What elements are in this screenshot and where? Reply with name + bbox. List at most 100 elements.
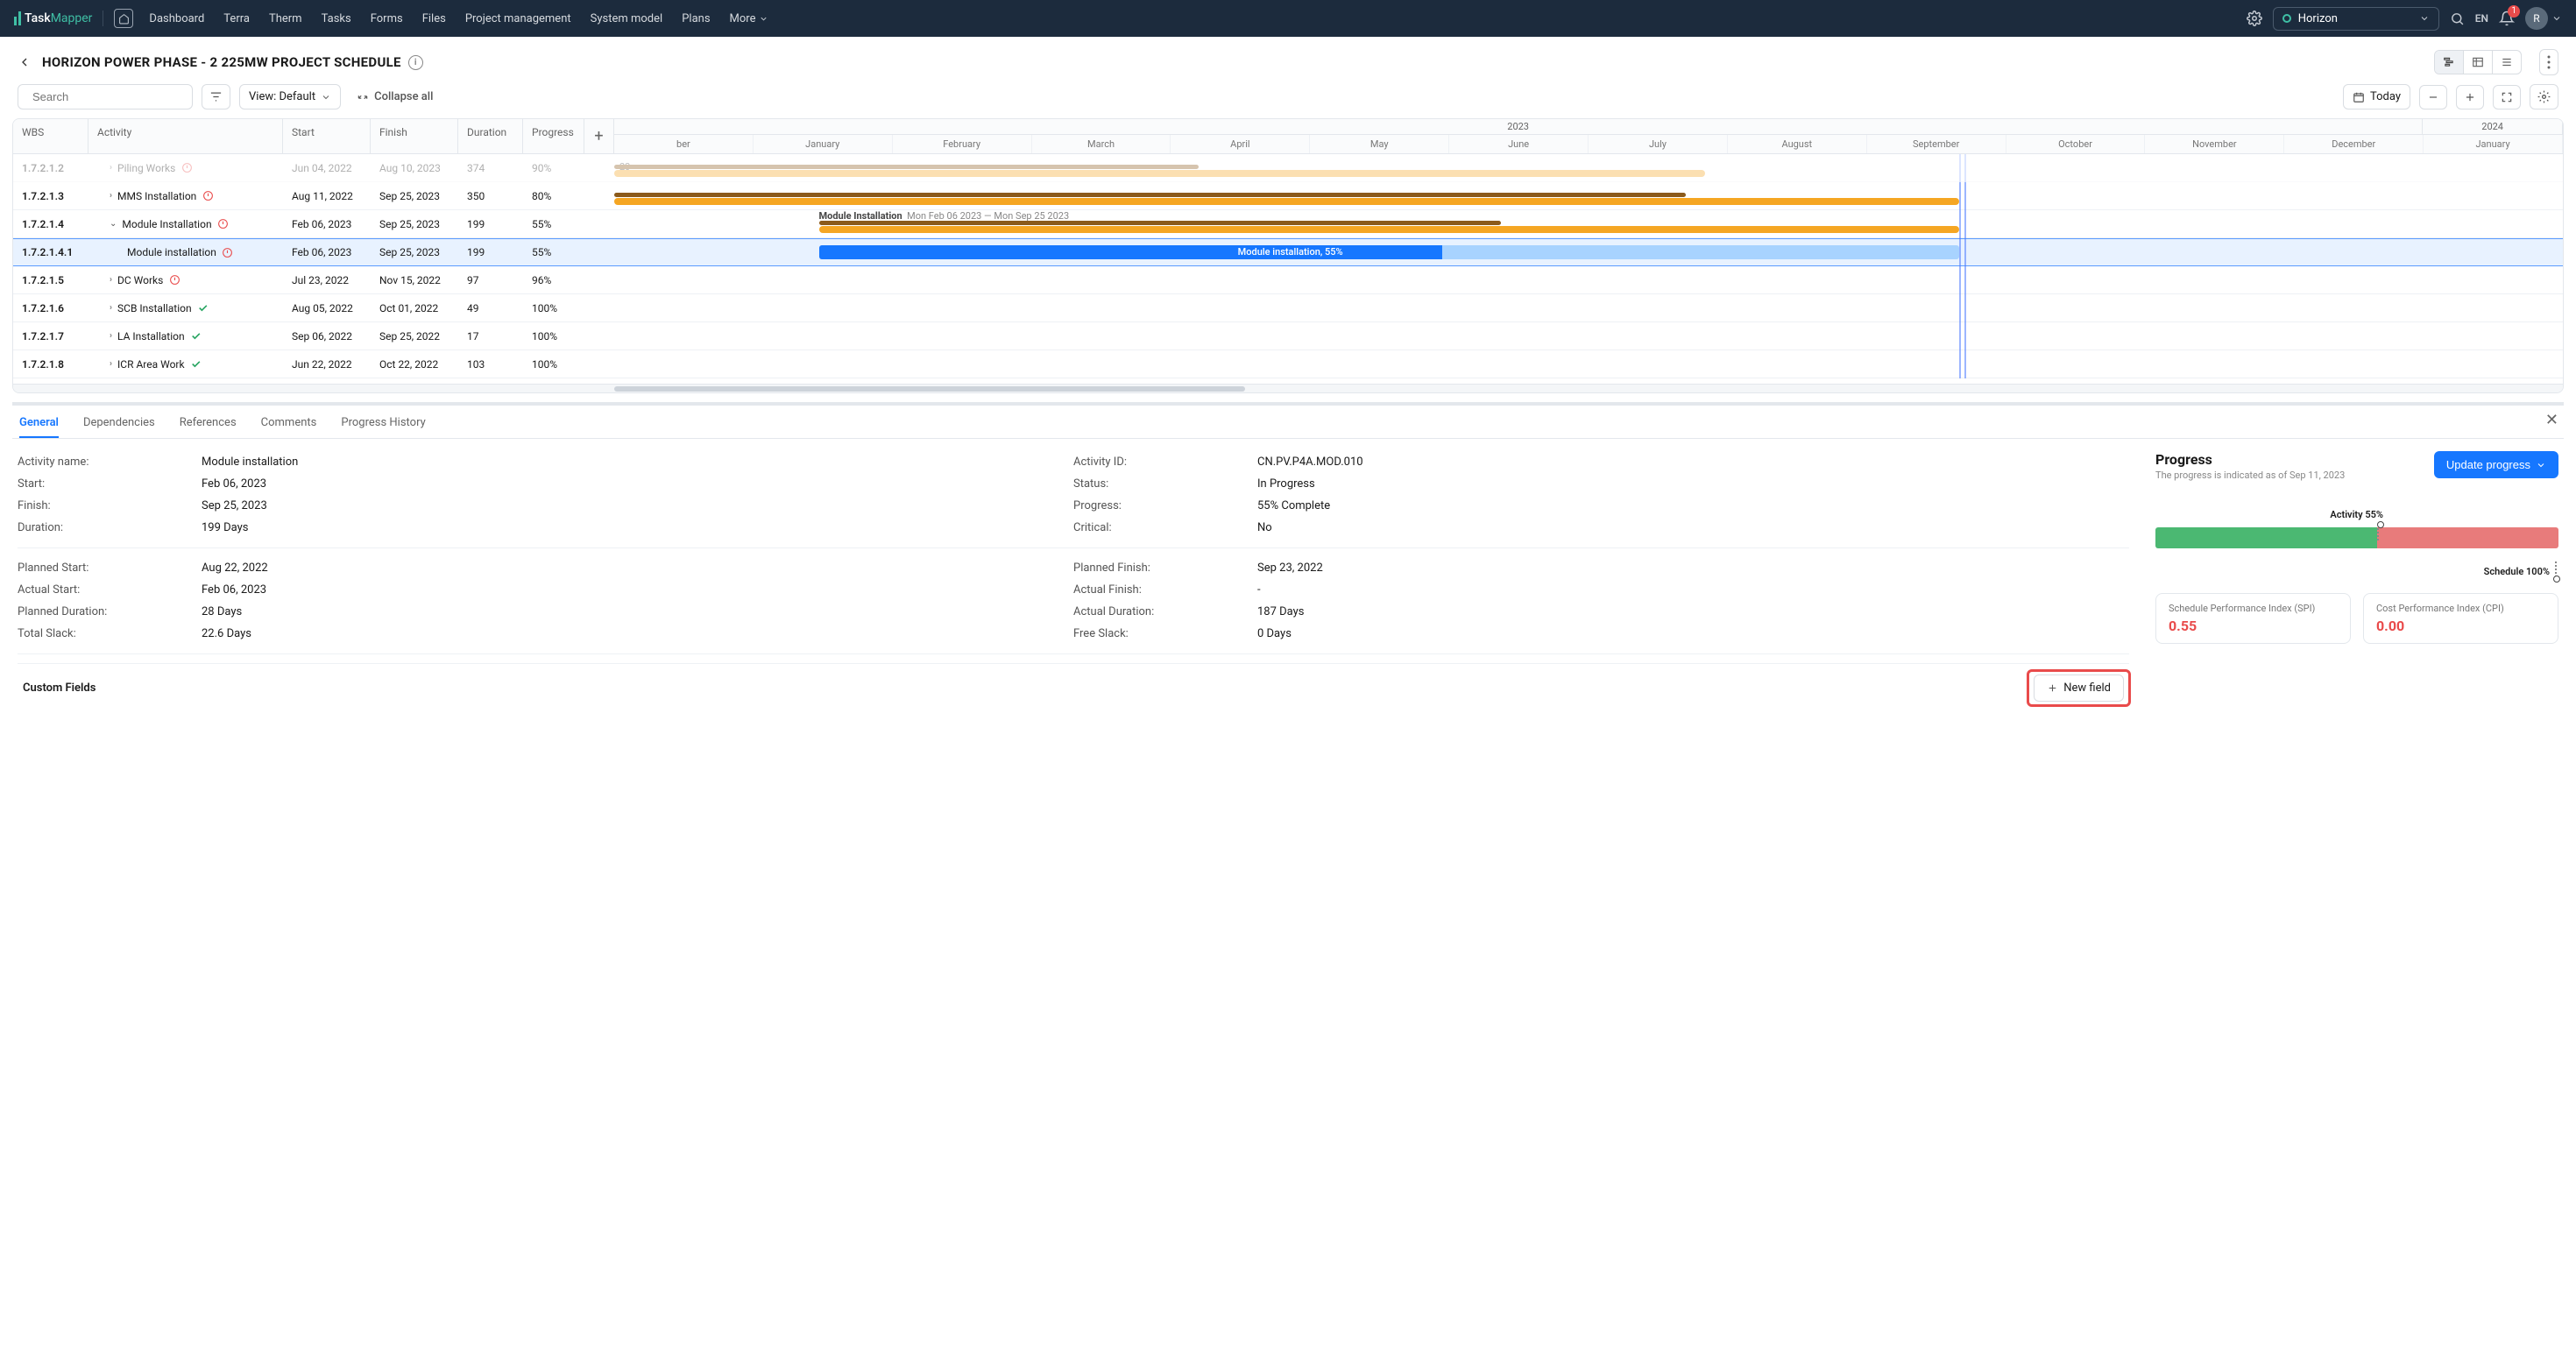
metric-card: Schedule Performance Index (SPI)0.55 xyxy=(2155,593,2351,644)
year-label: 2023 xyxy=(614,119,2423,134)
fullscreen-button[interactable] xyxy=(2493,85,2521,109)
avatar: R xyxy=(2525,7,2548,30)
month-label: April xyxy=(1171,135,1310,153)
gantt-row[interactable]: 1.7.2.1.6 › SCB Installation Aug 05, 202… xyxy=(13,294,2563,322)
detail-row: Critical:No xyxy=(1073,517,2129,539)
month-label: December xyxy=(2284,135,2424,153)
new-field-button[interactable]: New field xyxy=(2034,674,2124,702)
zoom-out-button[interactable] xyxy=(2419,85,2447,109)
month-label: May xyxy=(1310,135,1449,153)
progress-title: Progress xyxy=(2155,451,2345,468)
language-switcher[interactable]: EN xyxy=(2475,12,2488,25)
gantt-row[interactable]: 1.7.2.1.8 › ICR Area Work Jun 22, 2022 O… xyxy=(13,350,2563,378)
metric-card: Cost Performance Index (CPI)0.00 xyxy=(2363,593,2558,644)
details-panel: General Dependencies References Comments Pro… xyxy=(12,402,2564,719)
back-button[interactable] xyxy=(18,55,32,69)
project-picker[interactable]: Horizon xyxy=(2273,7,2439,31)
activity-progress-label: Activity 55% xyxy=(2155,509,2383,520)
detail-row: Planned Duration:28 Days xyxy=(18,601,1073,623)
gantt-row[interactable]: 1.7.2.1.4 ⌄ Module Installation Feb 06, … xyxy=(13,210,2563,238)
update-progress-button[interactable]: Update progress xyxy=(2434,451,2558,478)
tab-comments[interactable]: Comments xyxy=(261,409,317,438)
gantt-row[interactable]: 1.7.2.1.7 › LA Installation Sep 06, 2022… xyxy=(13,322,2563,350)
col-wbs[interactable]: WBS xyxy=(13,119,88,153)
month-label: July xyxy=(1589,135,1728,153)
search-icon[interactable] xyxy=(2450,11,2465,26)
close-panel-button[interactable]: ✕ xyxy=(2545,411,2558,429)
col-activity[interactable]: Activity xyxy=(88,119,283,153)
month-label: November xyxy=(2145,135,2284,153)
gantt-view-button[interactable] xyxy=(2435,51,2464,74)
chevron-down-icon xyxy=(2419,13,2430,24)
logo-icon xyxy=(14,11,21,25)
nav-item[interactable]: Tasks xyxy=(322,12,351,25)
home-icon[interactable] xyxy=(114,9,133,28)
col-progress[interactable]: Progress xyxy=(523,119,584,153)
timeline-header: 2023 2024 berJanuaryFebruaryMarchAprilMa… xyxy=(614,119,2563,153)
col-duration[interactable]: Duration xyxy=(458,119,523,153)
gantt-chart: WBS Activity Start Finish Duration Progr… xyxy=(12,118,2564,393)
search-input[interactable] xyxy=(32,90,187,103)
detail-row: Total Slack:22.6 Days xyxy=(18,623,1073,645)
detail-row: Finish:Sep 25, 2023 xyxy=(18,495,1073,517)
notif-badge: 1 xyxy=(2508,5,2520,18)
month-label: January xyxy=(2424,135,2563,153)
detail-row: Activity ID:CN.PV.P4A.MOD.010 xyxy=(1073,451,2129,473)
detail-row: Progress:55% Complete xyxy=(1073,495,2129,517)
schedule-progress-label: Schedule 100% xyxy=(2155,566,2550,577)
gantt-row[interactable]: 1.7.2.1.2 › Piling Works Jun 04, 2022 Au… xyxy=(13,154,2563,182)
detail-row: Planned Finish:Sep 23, 2022 xyxy=(1073,557,2129,579)
gantt-body[interactable]: 1.7.2.1.2 › Piling Works Jun 04, 2022 Au… xyxy=(13,154,2563,384)
zoom-in-button[interactable] xyxy=(2456,85,2484,109)
nav-item[interactable]: Dashboard xyxy=(149,12,204,25)
list-view-button[interactable] xyxy=(2493,51,2521,74)
more-menu[interactable] xyxy=(2539,49,2558,75)
table-view-button[interactable] xyxy=(2464,51,2493,74)
gantt-row[interactable]: 1.7.2.1.5 › DC Works Jul 23, 2022 Nov 15… xyxy=(13,266,2563,294)
nav-more[interactable]: More xyxy=(730,12,769,25)
tab-references[interactable]: References xyxy=(180,409,237,438)
detail-row: Actual Start:Feb 06, 2023 xyxy=(18,579,1073,601)
tab-progress-history[interactable]: Progress History xyxy=(341,409,425,438)
detail-row: Activity name:Module installation xyxy=(18,451,1073,473)
progress-subtitle: The progress is indicated as of Sep 11, … xyxy=(2155,470,2345,481)
search-box[interactable] xyxy=(18,84,193,109)
add-column-button[interactable]: + xyxy=(584,119,614,153)
user-menu[interactable]: R xyxy=(2525,7,2562,30)
info-icon[interactable]: i xyxy=(408,55,423,70)
collapse-all-button[interactable]: Collapse all xyxy=(357,90,433,103)
brand-name-2: Mapper xyxy=(51,11,93,25)
col-start[interactable]: Start xyxy=(283,119,371,153)
nav-item[interactable]: Therm xyxy=(269,12,302,25)
tab-general[interactable]: General xyxy=(19,409,59,438)
main-nav: Dashboard Terra Therm Tasks Forms Files Projec… xyxy=(149,12,768,25)
view-mode-toggle xyxy=(2434,50,2522,74)
nav-item[interactable]: Terra xyxy=(223,12,250,25)
nav-item[interactable]: Forms xyxy=(371,12,403,25)
notifications-icon[interactable]: 1 xyxy=(2499,11,2515,26)
nav-item[interactable]: System model xyxy=(591,12,663,25)
col-finish[interactable]: Finish xyxy=(371,119,458,153)
nav-item[interactable]: Plans xyxy=(682,12,710,25)
gantt-settings-button[interactable] xyxy=(2530,84,2558,109)
gantt-scrollbar[interactable] xyxy=(13,384,2563,392)
project-name: Horizon xyxy=(2298,12,2412,25)
view-selector[interactable]: View: Default xyxy=(239,84,341,109)
topbar: TaskMapper Dashboard Terra Therm Tasks Forms… xyxy=(0,0,2576,37)
gantt-row[interactable]: 1.7.2.1.4.1 Module installation Feb 06, … xyxy=(13,238,2563,266)
details-tabs: General Dependencies References Comments Pro… xyxy=(12,409,2564,439)
page-title: HORIZON POWER PHASE - 2 225MW PROJECT SC… xyxy=(42,54,423,70)
detail-row: Actual Finish:- xyxy=(1073,579,2129,601)
gantt-row[interactable]: 1.7.2.1.3 › MMS Installation Aug 11, 202… xyxy=(13,182,2563,210)
nav-item[interactable]: Files xyxy=(422,12,446,25)
month-label: September xyxy=(1867,135,2006,153)
today-button[interactable]: Today xyxy=(2343,84,2410,109)
settings-icon[interactable] xyxy=(2247,11,2262,26)
tab-dependencies[interactable]: Dependencies xyxy=(83,409,155,438)
chevron-down-icon xyxy=(2551,13,2562,24)
nav-item[interactable]: Project management xyxy=(465,12,571,25)
app-logo[interactable]: TaskMapper xyxy=(14,11,92,25)
progress-panel: Progress The progress is indicated as of… xyxy=(2155,451,2558,707)
filter-button[interactable] xyxy=(202,84,230,109)
brand-name-1: Task xyxy=(25,11,51,25)
